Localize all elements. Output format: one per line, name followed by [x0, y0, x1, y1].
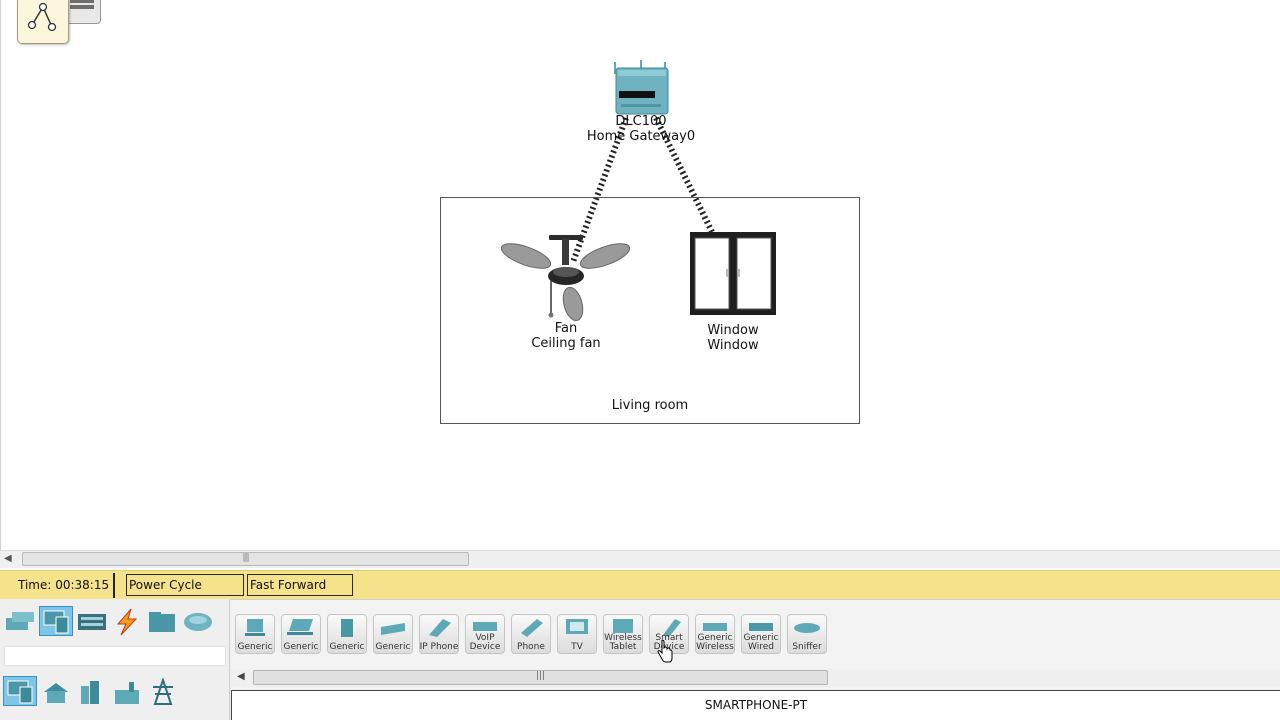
- realtime-bar: Time: 00:38:15 Power Cycle Devices Fast …: [0, 570, 1280, 613]
- window-name: Window: [707, 323, 759, 338]
- device-model-status: SMARTPHONE-PT: [231, 690, 1280, 720]
- device-label: Phone: [517, 642, 545, 652]
- device-generic-laptop[interactable]: Generic: [281, 614, 321, 654]
- device-label: Wireless Tablet: [604, 633, 642, 652]
- window-label: Window Window: [673, 323, 793, 353]
- device-label: Sniffer: [792, 642, 822, 652]
- device-phone[interactable]: Phone: [511, 614, 551, 654]
- scroll-left-arrow-icon[interactable]: ◀: [237, 671, 245, 682]
- hand-cursor-icon: [657, 639, 673, 667]
- multiuser-icon[interactable]: [181, 607, 215, 637]
- device-label: Generic: [329, 642, 365, 652]
- category-label-field: [4, 646, 226, 666]
- connections-icon[interactable]: [110, 607, 144, 637]
- scroll-left-arrow-icon[interactable]: ◀: [4, 553, 12, 564]
- miscellaneous-icon[interactable]: [145, 607, 179, 637]
- fan-label: Fan Ceiling fan: [506, 321, 626, 351]
- power-cycle-devices-button[interactable]: Power Cycle Devices: [126, 574, 244, 613]
- logical-workspace[interactable]: Living room DLC100 Home Gateway0 Fan Cei…: [0, 0, 1280, 550]
- grip-icon: |||: [535, 671, 546, 681]
- ceiling-fan-icon[interactable]: [499, 232, 633, 324]
- device-ip-phone[interactable]: IP Phone: [419, 614, 459, 654]
- device-label: IP Phone: [419, 642, 459, 652]
- fan-name: Fan: [554, 321, 578, 336]
- device-tv[interactable]: TV: [557, 614, 597, 654]
- fan-model: Ceiling fan: [531, 336, 601, 351]
- device-label: Generic: [375, 642, 411, 652]
- network-devices-icon[interactable]: [3, 607, 37, 637]
- device-generic-pc[interactable]: Generic: [235, 614, 275, 654]
- device-label: Generic Wired: [743, 633, 779, 652]
- window-device-icon[interactable]: [689, 231, 777, 316]
- end-devices-icon[interactable]: [39, 606, 73, 636]
- device-label: TV: [571, 642, 583, 652]
- end-devices-subcategory-icon[interactable]: [3, 676, 37, 706]
- cluster-label: Living room: [611, 398, 689, 413]
- device-list-scrollbar[interactable]: ◀ |||: [231, 669, 1280, 687]
- device-wireless-tablet[interactable]: Wireless Tablet: [603, 614, 643, 654]
- home-icon[interactable]: [39, 677, 73, 707]
- industrial-icon[interactable]: [110, 677, 144, 707]
- workspace-horizontal-scrollbar[interactable]: ◀ |||: [0, 550, 1280, 568]
- gateway-model: DLC100: [615, 114, 667, 129]
- window-model: Window: [707, 338, 759, 353]
- components-icon[interactable]: [75, 607, 109, 637]
- device-label: Generic: [283, 642, 319, 652]
- selected-model-text: SMARTPHONE-PT: [704, 698, 808, 712]
- device-generic-wired[interactable]: Generic Wired: [741, 614, 781, 654]
- smart-city-icon[interactable]: [74, 677, 108, 707]
- device-generic-server[interactable]: Generic: [327, 614, 367, 654]
- device-voip-device[interactable]: VoIP Device: [465, 614, 505, 654]
- category-panel: [0, 599, 230, 720]
- gateway-name: Home Gateway0: [586, 129, 696, 144]
- device-label: VoIP Device: [469, 633, 501, 652]
- device-generic-printer[interactable]: Generic: [373, 614, 413, 654]
- scrollbar-thumb[interactable]: |||: [253, 670, 828, 685]
- device-label: Generic Wireless: [696, 633, 734, 652]
- device-sniffer[interactable]: Sniffer: [787, 614, 827, 654]
- fast-forward-time-button[interactable]: Fast Forward Time: [247, 574, 353, 613]
- device-label: Generic: [237, 642, 273, 652]
- power-grid-icon[interactable]: [146, 677, 180, 707]
- divider: [113, 573, 115, 598]
- time-display: Time: 00:38:15: [18, 578, 110, 592]
- device-toolbox: Generic Generic Generic Generic IP Phone…: [0, 599, 1280, 720]
- home-gateway-icon[interactable]: [611, 60, 671, 118]
- grip-icon: |||: [242, 553, 249, 563]
- scrollbar-thumb[interactable]: |||: [22, 552, 469, 566]
- gateway-label: DLC100 Home Gateway0: [571, 114, 711, 144]
- device-generic-wireless[interactable]: Generic Wireless: [695, 614, 735, 654]
